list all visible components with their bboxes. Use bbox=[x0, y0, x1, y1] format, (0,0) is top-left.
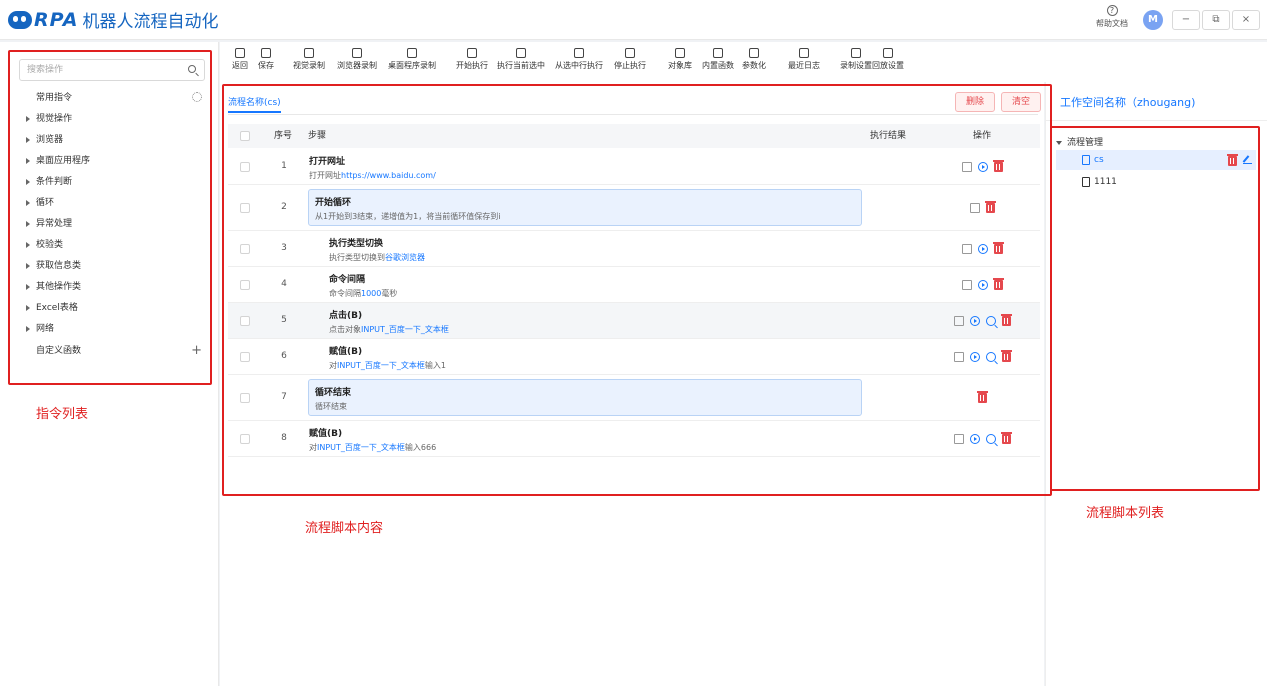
object-library-icon bbox=[675, 48, 685, 58]
back-icon bbox=[235, 48, 245, 58]
record-settings-icon bbox=[851, 48, 861, 58]
help-docs-button[interactable]: ? 帮助文档 bbox=[1094, 5, 1130, 29]
toolbar-record-settings-button[interactable]: 录制设置 bbox=[840, 48, 872, 71]
toolbar-recent-logs-button[interactable]: 最近日志 bbox=[788, 48, 820, 71]
toolbar-label: 从选中行执行 bbox=[555, 61, 603, 70]
browser-record-icon bbox=[352, 48, 362, 58]
run-selected-icon bbox=[516, 48, 526, 58]
toolbar-back-button[interactable]: 返回 bbox=[232, 48, 248, 71]
restore-button[interactable]: ⧉ bbox=[1202, 10, 1230, 30]
command-list-annotation: 指令列表 bbox=[36, 407, 89, 422]
toolbar-label: 视觉录制 bbox=[293, 61, 325, 70]
toolbar-parameterize-button[interactable]: 参数化 bbox=[742, 48, 766, 71]
toolbar: 返回 保存 视觉录制 浏览器录制 桌面程序录制 开始执行 执行当前选中 从选中行执行 停止执行 对… bbox=[220, 42, 1267, 82]
toolbar-stop-run-button[interactable]: 停止执行 bbox=[614, 48, 646, 71]
start-run-icon bbox=[467, 48, 477, 58]
app-header: RPA 机器人流程自动化 ? 帮助文档 M − ⧉ × bbox=[0, 0, 1267, 40]
toolbar-visual-record-button[interactable]: 视觉录制 bbox=[293, 48, 325, 71]
visual-record-icon bbox=[304, 48, 314, 58]
toolbar-label: 执行当前选中 bbox=[497, 61, 545, 70]
replay-settings-icon bbox=[883, 48, 893, 58]
workspace-divider bbox=[1046, 120, 1267, 121]
toolbar-run-from-selected-button[interactable]: 从选中行执行 bbox=[555, 48, 603, 71]
app-logo: RPA 机器人流程自动化 bbox=[8, 7, 219, 32]
toolbar-label: 回放设置 bbox=[872, 61, 904, 70]
save-icon bbox=[261, 48, 271, 58]
toolbar-save-button[interactable]: 保存 bbox=[258, 48, 274, 71]
help-docs-label: 帮助文档 bbox=[1096, 19, 1128, 28]
toolbar-label: 停止执行 bbox=[614, 61, 646, 70]
user-avatar[interactable]: M bbox=[1143, 10, 1163, 30]
script-content-annotation: 流程脚本内容 bbox=[305, 521, 384, 536]
parameterize-icon bbox=[749, 48, 759, 58]
toolbar-label: 返回 bbox=[232, 61, 248, 70]
robot-logo-icon bbox=[8, 10, 32, 29]
workspace-title: 工作空间名称（zhougang) bbox=[1060, 96, 1196, 109]
builtin-functions-icon bbox=[713, 48, 723, 58]
toolbar-replay-settings-button[interactable]: 回放设置 bbox=[872, 48, 904, 71]
script-list-annotation: 流程脚本列表 bbox=[1086, 506, 1165, 521]
close-button[interactable]: × bbox=[1232, 10, 1260, 30]
minimize-button[interactable]: − bbox=[1172, 10, 1200, 30]
toolbar-label: 内置函数 bbox=[702, 61, 734, 70]
toolbar-label: 录制设置 bbox=[840, 61, 872, 70]
toolbar-label: 参数化 bbox=[742, 61, 766, 70]
toolbar-label: 保存 bbox=[258, 61, 274, 70]
toolbar-label: 对象库 bbox=[668, 61, 692, 70]
toolbar-browser-record-button[interactable]: 浏览器录制 bbox=[337, 48, 377, 71]
stop-run-icon bbox=[625, 48, 635, 58]
toolbar-builtin-functions-button[interactable]: 内置函数 bbox=[702, 48, 734, 71]
script-content-frame bbox=[222, 84, 1052, 496]
command-list-frame bbox=[8, 50, 212, 385]
desktop-record-icon bbox=[407, 48, 417, 58]
toolbar-label: 浏览器录制 bbox=[337, 61, 377, 70]
app-title: 机器人流程自动化 bbox=[82, 12, 219, 32]
toolbar-run-selected-button[interactable]: 执行当前选中 bbox=[497, 48, 545, 71]
question-icon: ? bbox=[1106, 5, 1118, 16]
toolbar-desktop-record-button[interactable]: 桌面程序录制 bbox=[388, 48, 436, 71]
logo-text: RPA bbox=[34, 8, 79, 31]
toolbar-object-library-button[interactable]: 对象库 bbox=[668, 48, 692, 71]
toolbar-label: 最近日志 bbox=[788, 61, 820, 70]
toolbar-label: 开始执行 bbox=[456, 61, 488, 70]
run-from-selected-icon bbox=[574, 48, 584, 58]
toolbar-label: 桌面程序录制 bbox=[388, 61, 436, 70]
script-list-frame bbox=[1050, 126, 1260, 491]
recent-logs-icon bbox=[799, 48, 809, 58]
toolbar-start-run-button[interactable]: 开始执行 bbox=[456, 48, 488, 71]
